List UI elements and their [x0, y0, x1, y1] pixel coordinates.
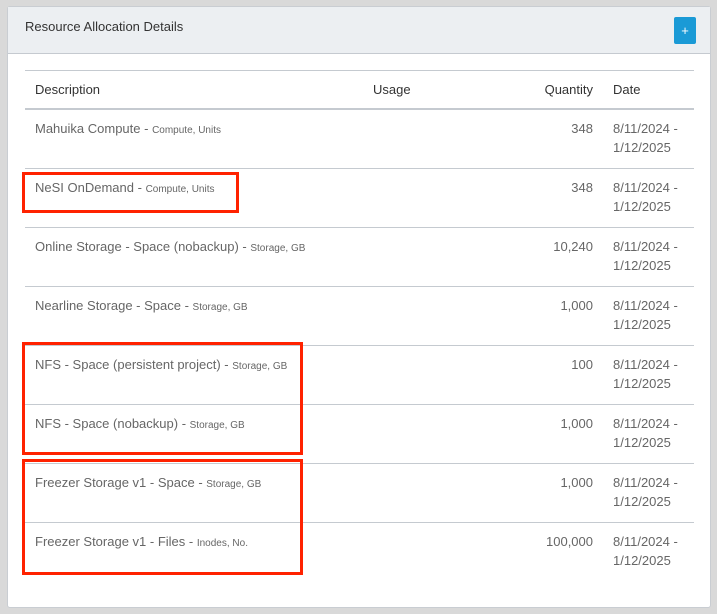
quantity-cell: 1,000: [493, 286, 603, 346]
date-start: 8/11/2024 -: [613, 534, 678, 549]
date-cell: 8/11/2024 - 1/12/2025: [603, 463, 694, 523]
date-end: 1/12/2025: [613, 553, 671, 568]
highlight-box: [22, 342, 303, 455]
date-cell: 8/11/2024 - 1/12/2025: [603, 345, 694, 405]
highlight-box: [22, 172, 239, 213]
date-cell: 8/11/2024 - 1/12/2025: [603, 286, 694, 346]
table-row: Nearline Storage - Space - Storage, GB 1…: [25, 286, 694, 346]
usage-cell: [363, 345, 493, 405]
date-cell: 8/11/2024 - 1/12/2025: [603, 168, 694, 228]
date-cell: 8/11/2024 - 1/12/2025: [603, 523, 694, 582]
date-cell: 8/11/2024 - 1/12/2025: [603, 227, 694, 287]
usage-cell: [363, 227, 493, 287]
col-description: Description: [25, 70, 363, 110]
table-row: Mahuika Compute - Compute, Units 348 8/1…: [25, 109, 694, 169]
date-end: 1/12/2025: [613, 140, 671, 155]
usage-cell: [363, 463, 493, 523]
resource-name: Mahuika Compute: [35, 121, 141, 136]
panel-header: Resource Allocation Details +: [8, 7, 710, 54]
usage-cell: [363, 168, 493, 228]
resource-unit: Compute, Units: [152, 125, 221, 136]
date-cell: 8/11/2024 - 1/12/2025: [603, 109, 694, 169]
quantity-cell: 10,240: [493, 227, 603, 287]
usage-cell: [363, 523, 493, 582]
add-button[interactable]: +: [674, 17, 696, 44]
date-end: 1/12/2025: [613, 317, 671, 332]
panel-title: Resource Allocation Details: [25, 19, 184, 34]
date-start: 8/11/2024 -: [613, 121, 678, 136]
quantity-cell: 1,000: [493, 404, 603, 464]
date-end: 1/12/2025: [613, 376, 671, 391]
date-start: 8/11/2024 -: [613, 239, 678, 254]
usage-cell: [363, 286, 493, 346]
quantity-cell: 100: [493, 345, 603, 405]
col-date: Date: [603, 70, 694, 110]
separator: -: [180, 298, 193, 313]
date-start: 8/11/2024 -: [613, 357, 678, 372]
quantity-cell: 1,000: [493, 463, 603, 523]
usage-cell: [363, 109, 493, 169]
col-usage: Usage: [363, 70, 493, 110]
quantity-cell: 348: [493, 168, 603, 228]
description-cell: Online Storage - Space (nobackup) - Stor…: [25, 227, 363, 287]
date-cell: 8/11/2024 - 1/12/2025: [603, 404, 694, 464]
quantity-cell: 348: [493, 109, 603, 169]
resource-name: Online Storage - Space (nobackup): [35, 239, 239, 254]
date-end: 1/12/2025: [613, 435, 671, 450]
highlight-box: [22, 459, 303, 575]
table-row: Online Storage - Space (nobackup) - Stor…: [25, 227, 694, 287]
description-cell: Nearline Storage - Space - Storage, GB: [25, 286, 363, 346]
separator: -: [140, 121, 153, 136]
quantity-cell: 100,000: [546, 534, 593, 549]
resource-unit: Storage, GB: [192, 302, 248, 313]
separator: -: [238, 239, 251, 254]
resource-unit: Storage, GB: [250, 243, 306, 254]
date-end: 1/12/2025: [613, 494, 671, 509]
date-end: 1/12/2025: [613, 199, 671, 214]
col-quantity: Quantity: [493, 70, 603, 110]
date-start: 8/11/2024 -: [613, 416, 678, 431]
usage-cell: [363, 404, 493, 464]
date-end: 1/12/2025: [613, 258, 671, 273]
date-start: 8/11/2024 -: [613, 475, 678, 490]
date-start: 8/11/2024 -: [613, 180, 678, 195]
description-cell: Mahuika Compute - Compute, Units: [25, 109, 363, 169]
date-start: 8/11/2024 -: [613, 298, 678, 313]
resource-name: Nearline Storage - Space: [35, 298, 181, 313]
